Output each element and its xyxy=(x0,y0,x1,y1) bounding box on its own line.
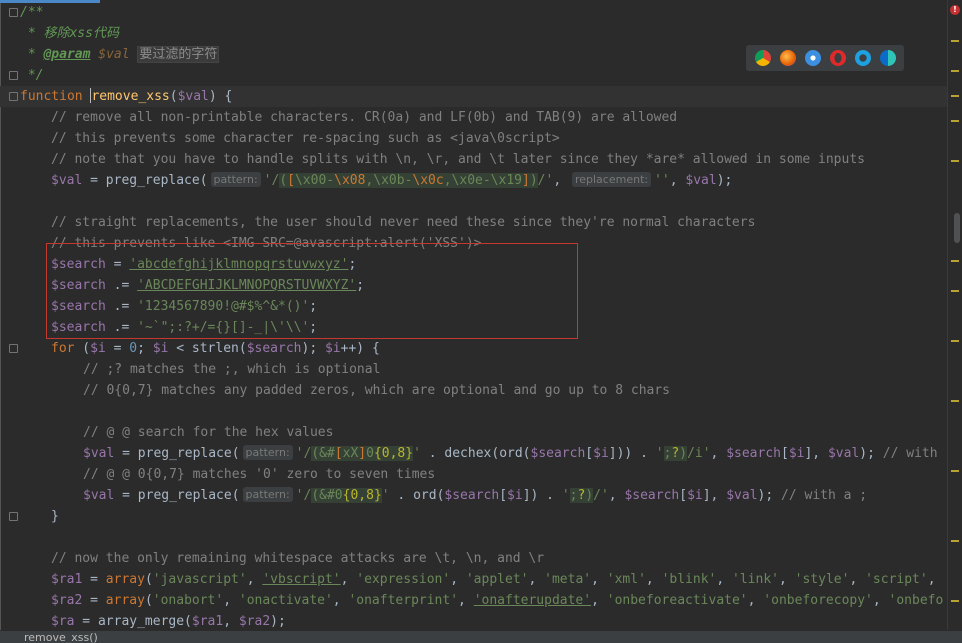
warning-marker[interactable] xyxy=(951,95,959,97)
error-indicator-icon[interactable]: ! xyxy=(950,5,960,15)
code-line: // ;? matches the ;, which is optional xyxy=(83,359,380,380)
warning-marker[interactable] xyxy=(951,400,959,402)
doc-param-desc: 要过滤的字符 xyxy=(137,46,220,63)
code-line: /** xyxy=(20,2,43,23)
code-line: $ra2 = array('onabort', 'onactivate', 'o… xyxy=(51,593,944,608)
warning-marker[interactable] xyxy=(951,540,959,542)
fold-marker[interactable] xyxy=(9,71,18,80)
code-line: // remove all non-printable characters. … xyxy=(51,107,677,128)
opera-icon[interactable] xyxy=(829,50,846,66)
fold-marker[interactable] xyxy=(9,8,18,17)
code-line: for ($i = 0; $i < strlen($search); $i++)… xyxy=(51,341,380,356)
code-line: $val = preg_replace(pattern: '/(&#[xX]0{0… xyxy=(83,445,938,461)
code-line: * 移除xss代码 xyxy=(20,23,119,44)
vertical-scrollbar[interactable]: ! xyxy=(947,0,962,630)
code-editor[interactable]: /** * 移除xss代码 * @param $val 要过滤的字符 */ fu… xyxy=(0,0,948,630)
function-keyword: function xyxy=(20,89,83,104)
ie-icon[interactable] xyxy=(854,50,871,66)
safari-icon[interactable] xyxy=(804,50,821,66)
warning-marker[interactable] xyxy=(951,40,959,42)
param-hint: replacement: xyxy=(571,172,652,187)
code-line: */ xyxy=(20,65,44,86)
firefox-icon[interactable] xyxy=(779,50,796,66)
code-line: * @param $val 要过滤的字符 xyxy=(20,46,220,63)
doc-param-var: $val xyxy=(98,47,130,62)
code-line: // @ @ 0{0,7} matches '0' zero to seven … xyxy=(83,464,435,485)
code-line: $ra = array_merge($ra1, $ra2); xyxy=(51,614,286,629)
code-line: $ra1 = array('javascript', 'vbscript', '… xyxy=(51,572,936,587)
code-line: function remove_xss($val) { xyxy=(20,88,233,104)
doc-param-tag: @param xyxy=(43,47,91,62)
fold-marker[interactable] xyxy=(9,512,18,521)
browser-preview-toolbar xyxy=(746,45,904,71)
comment: // 0{0,7} matches any padded zeros, whic… xyxy=(83,383,670,398)
code-line: // now the only remaining whitespace att… xyxy=(51,548,544,569)
comment: // remove all non-printable characters. … xyxy=(51,110,678,125)
code-line: // straight replacements, the user shoul… xyxy=(51,212,755,233)
code-line: // note that you have to handle splits w… xyxy=(51,149,865,170)
comment: // ;? matches the ;, which is optional xyxy=(83,362,381,377)
breadcrumb-function[interactable]: remove_xss() xyxy=(24,631,98,643)
function-param: $val xyxy=(177,89,209,104)
code-line: } xyxy=(51,509,59,524)
code-line: $val = preg_replace(pattern: '/(&#0{0,8}'… xyxy=(83,487,868,503)
breadcrumb-bar: remove_xss() xyxy=(0,630,962,643)
comment: // now the only remaining whitespace att… xyxy=(51,551,545,566)
param-hint: pattern: xyxy=(242,487,293,502)
comment: // @ @ 0{0,7} matches '0' zero to seven … xyxy=(83,467,436,482)
param-hint: pattern: xyxy=(210,172,261,187)
comment: // @ @ search for the hex values xyxy=(83,425,334,440)
fold-marker[interactable] xyxy=(9,344,18,353)
doc-close: */ xyxy=(20,68,44,83)
chrome-icon[interactable] xyxy=(754,50,771,66)
warning-marker[interactable] xyxy=(951,600,959,602)
code-line: $val = preg_replace(pattern: '/([\x00-\x0… xyxy=(51,172,733,188)
annotation-highlight-box xyxy=(46,243,578,339)
doc-open: /** xyxy=(20,5,44,20)
code-line: // @ @ search for the hex values xyxy=(83,422,333,443)
comment: // this prevents some character re-spaci… xyxy=(51,131,560,146)
function-name[interactable]: remove_xss xyxy=(91,89,169,104)
warning-marker[interactable] xyxy=(951,120,959,122)
scrollbar-thumb[interactable] xyxy=(954,213,960,243)
warning-marker[interactable] xyxy=(951,470,959,472)
active-tab-indicator xyxy=(0,0,100,3)
warning-marker[interactable] xyxy=(951,290,959,292)
warning-marker[interactable] xyxy=(951,340,959,342)
comment: // straight replacements, the user shoul… xyxy=(51,215,756,230)
edge-icon[interactable] xyxy=(879,50,896,66)
doc-desc: * 移除xss代码 xyxy=(20,26,119,41)
fold-marker[interactable] xyxy=(9,92,18,101)
comment: // note that you have to handle splits w… xyxy=(51,152,865,167)
warning-marker[interactable] xyxy=(951,160,959,162)
function-open-brace: ) { xyxy=(208,89,233,104)
warning-marker[interactable] xyxy=(951,70,959,72)
param-hint: pattern: xyxy=(242,445,293,460)
warning-marker[interactable] xyxy=(951,260,959,262)
code-line: // 0{0,7} matches any padded zeros, whic… xyxy=(83,380,670,401)
code-line: // this prevents some character re-spaci… xyxy=(51,128,560,149)
